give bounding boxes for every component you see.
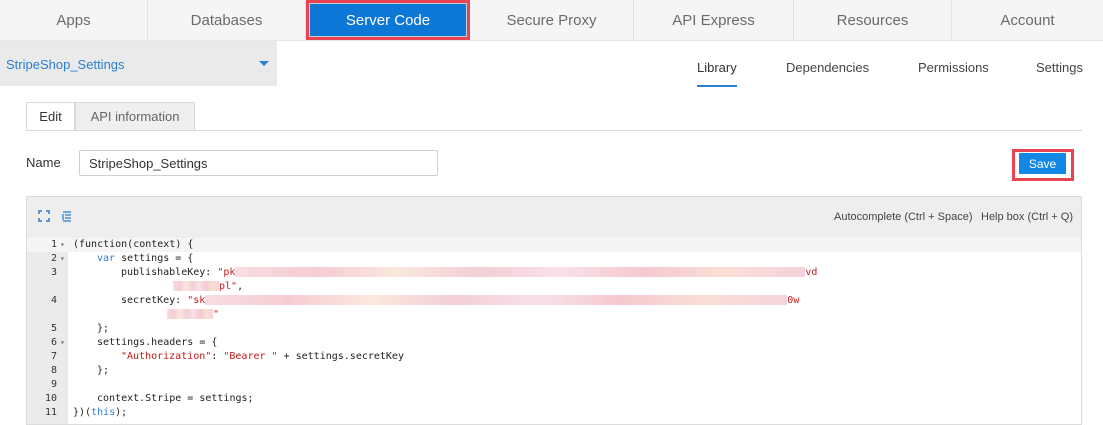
- fold-icon[interactable]: ▾: [60, 336, 65, 350]
- code-line: 3 publishableKey: "pk vd: [50, 267, 818, 278]
- tab-server-code[interactable]: Server Code: [306, 0, 470, 40]
- code-line: 1 ▾ (function(context) {: [27, 238, 1081, 252]
- tab-divider: [26, 130, 1082, 131]
- fold-icon[interactable]: ▾: [60, 252, 65, 266]
- top-nav: Apps Databases Server Code Secure Proxy …: [0, 0, 1103, 41]
- autocomplete-hint[interactable]: Autocomplete (Ctrl + Space): [834, 211, 972, 223]
- tab-edit[interactable]: Edit: [26, 102, 75, 131]
- code-line: 2 ▾ var settings = {: [50, 252, 194, 266]
- sub-header: StripeShop_Settings Library Dependencies…: [0, 41, 1103, 87]
- redacted-key: [173, 281, 219, 291]
- code-line: 10 context.Stripe = settings;: [44, 393, 254, 404]
- tab-api-information[interactable]: API information: [75, 102, 195, 131]
- chevron-down-icon[interactable]: [259, 61, 269, 66]
- code-line: 5 };: [50, 323, 110, 334]
- tab-resources[interactable]: Resources: [794, 0, 952, 40]
- format-code-icon[interactable]: [61, 210, 73, 222]
- code-line: 9: [50, 379, 57, 390]
- tab-secure-proxy[interactable]: Secure Proxy: [470, 0, 634, 40]
- code-line: 11 })(this);: [44, 407, 128, 418]
- code-line: ": [27, 308, 1081, 322]
- redacted-key: [205, 295, 788, 305]
- name-input[interactable]: [79, 150, 438, 176]
- subtab-permissions[interactable]: Permissions: [918, 60, 989, 75]
- fold-icon[interactable]: ▾: [60, 238, 65, 252]
- sub-tabs: Library Dependencies Permissions Setting…: [277, 41, 1103, 87]
- redacted-key: [235, 267, 806, 277]
- save-button[interactable]: Save: [1019, 153, 1066, 174]
- subtab-dependencies[interactable]: Dependencies: [786, 60, 869, 75]
- code-line: 6 ▾ settings.headers = {: [50, 336, 218, 350]
- tab-account[interactable]: Account: [952, 0, 1103, 40]
- code-line: 7 "Authorization": "Bearer " + settings.…: [50, 351, 404, 362]
- code-line: pl",: [27, 280, 1081, 294]
- tab-api-express[interactable]: API Express: [634, 0, 794, 40]
- redacted-key: [167, 309, 213, 319]
- subtab-settings[interactable]: Settings: [1036, 60, 1083, 75]
- library-selector-value: StripeShop_Settings: [6, 57, 125, 72]
- tab-databases[interactable]: Databases: [148, 0, 306, 40]
- subtab-library[interactable]: Library: [697, 60, 737, 87]
- tab-apps[interactable]: Apps: [0, 0, 148, 40]
- library-selector[interactable]: StripeShop_Settings: [0, 41, 277, 86]
- fullscreen-icon[interactable]: [38, 210, 50, 222]
- code-line: 8 };: [50, 365, 110, 376]
- code-editor: Autocomplete (Ctrl + Space) Help box (Ct…: [26, 196, 1082, 425]
- helpbox-hint[interactable]: Help box (Ctrl + Q): [981, 211, 1073, 223]
- code-line: 4 secretKey: "sk 0w: [50, 295, 800, 306]
- name-label: Name: [26, 155, 61, 170]
- code-area[interactable]: 1 ▾ (function(context) { 2 ▾ var setting…: [27, 238, 1081, 424]
